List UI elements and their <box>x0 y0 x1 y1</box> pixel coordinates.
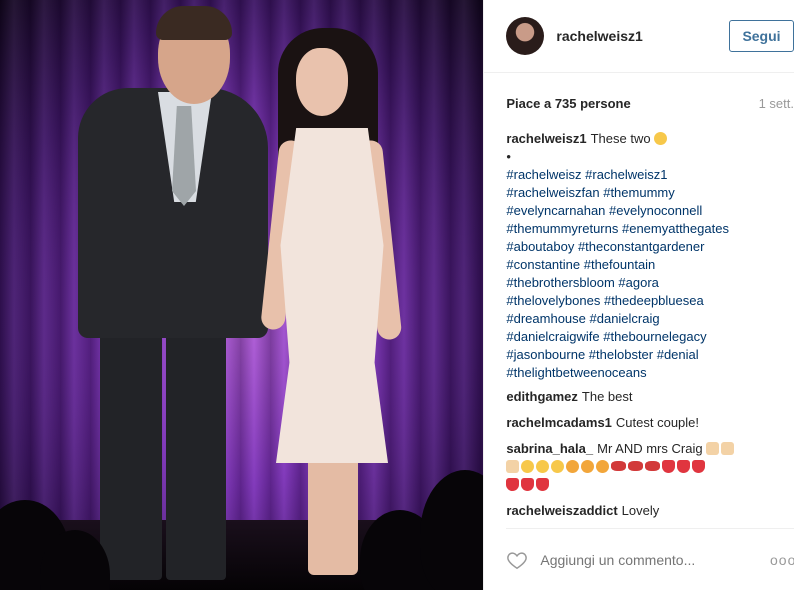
hashtag-line[interactable]: #dreamhouse #danielcraig <box>506 310 788 328</box>
heart-emoji <box>506 478 520 491</box>
heart-emoji <box>677 460 691 473</box>
heart-icon[interactable] <box>506 549 528 571</box>
audience-silhouettes <box>0 460 484 590</box>
hashtag-line[interactable]: #rachelweisz #rachelweisz1 <box>506 166 788 184</box>
comment-text: Lovely <box>621 503 660 518</box>
hashtag-line[interactable]: #rachelweiszfan #themummy <box>506 184 788 202</box>
comment: sabrina_hala_ Mr AND mrs Craig <box>506 440 788 494</box>
lips-emoji <box>611 461 627 471</box>
hashtag-line[interactable]: #thebrothersbloom #agora <box>506 274 788 292</box>
likes-row: Piace a 735 persone 1 sett. <box>506 96 794 111</box>
comment-text: The best <box>581 389 633 404</box>
hashtag-line[interactable]: #thelightbetweenoceans <box>506 364 788 382</box>
heart-eyes-emoji <box>551 460 565 473</box>
woman-figure-dress <box>276 128 388 463</box>
comment: edithgamez The best <box>506 388 788 406</box>
comment-username[interactable]: rachelweiszaddict <box>506 503 617 518</box>
hashtag-line[interactable]: #evelyncarnahan #evelynoconnell <box>506 202 788 220</box>
comment-username[interactable]: edithgamez <box>506 389 578 404</box>
heart-emoji <box>662 460 676 473</box>
thumbs-up-emoji <box>706 442 720 455</box>
comment-username[interactable]: rachelmcadams1 <box>506 415 612 430</box>
hashtag-line[interactable]: #thelovelybones #thedeepbluesea <box>506 292 788 310</box>
woman-figure-face <box>296 48 348 116</box>
kiss-emoji <box>581 460 595 473</box>
heart-emoji <box>536 478 550 491</box>
instagram-post: rachelweisz1 Segui Piace a 735 persone 1… <box>0 0 794 590</box>
heart-emoji <box>521 478 535 491</box>
hashtag-line[interactable]: #danielcraigwife #thebournelegacy <box>506 328 788 346</box>
post-photo[interactable] <box>0 0 484 590</box>
caption: rachelweisz1 These two • #rachelweisz #ra… <box>506 130 788 382</box>
post-footer: ooo <box>506 528 794 591</box>
heart-eyes-emoji <box>521 460 535 473</box>
heart-eyes-emoji <box>536 460 550 473</box>
more-options-icon[interactable]: ooo <box>770 552 794 568</box>
lips-emoji <box>628 461 644 471</box>
avatar[interactable] <box>506 17 545 55</box>
post-header: rachelweisz1 Segui <box>484 0 794 73</box>
caption-bullet: • <box>506 149 511 164</box>
audience-head <box>420 470 484 590</box>
comments-list: rachelweisz1 These two • #rachelweisz #ra… <box>506 130 788 528</box>
thumbs-up-emoji <box>506 460 520 473</box>
hashtag-line[interactable]: #jasonbourne #thelobster #denial <box>506 346 788 364</box>
comment-input[interactable] <box>540 552 770 568</box>
comment: rachelweiszaddict Lovely <box>506 502 788 520</box>
post-time[interactable]: 1 sett. <box>759 96 794 111</box>
kiss-emoji <box>596 460 610 473</box>
man-figure-hair <box>156 6 232 40</box>
kiss-emoji <box>566 460 580 473</box>
caption-username[interactable]: rachelweisz1 <box>506 131 586 146</box>
comment: rachelmcadams1 Cutest couple! <box>506 414 788 432</box>
hashtag-line[interactable]: #themummyreturns #enemyatthegates <box>506 220 788 238</box>
heart-eyes-emoji <box>654 132 668 145</box>
heart-emoji <box>692 460 706 473</box>
hashtag-line[interactable]: #constantine #thefountain <box>506 256 788 274</box>
likes-count[interactable]: Piace a 735 persone <box>506 96 630 111</box>
caption-text: These two <box>590 131 651 146</box>
follow-button[interactable]: Segui <box>729 20 794 52</box>
post-sidebar: rachelweisz1 Segui Piace a 735 persone 1… <box>483 0 794 590</box>
header-username[interactable]: rachelweisz1 <box>556 28 642 44</box>
hashtag-line[interactable]: #aboutaboy #theconstantgardener <box>506 238 788 256</box>
comment-text: Mr AND mrs Craig <box>597 441 703 456</box>
thumbs-up-emoji <box>721 442 735 455</box>
lips-emoji <box>645 461 661 471</box>
caption-hashtags: #rachelweisz #rachelweisz1 #rachelweiszfa… <box>506 166 788 382</box>
comment-username[interactable]: sabrina_hala_ <box>506 441 593 456</box>
comment-text: Cutest couple! <box>615 415 700 430</box>
